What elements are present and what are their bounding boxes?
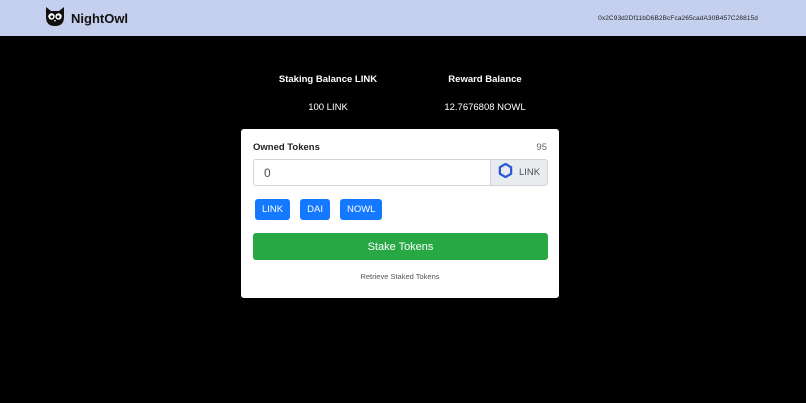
token-selector-display: LINK (490, 159, 548, 186)
reward-balance-label: Reward Balance (448, 74, 522, 85)
token-button-group: LINK DAI NOWL (255, 199, 383, 220)
brand-link[interactable]: NightOwl (44, 5, 128, 32)
retrieve-staked-tokens-link[interactable]: Retrieve Staked Tokens (241, 272, 559, 281)
amount-input[interactable] (253, 159, 490, 186)
chainlink-hexagon-icon (498, 162, 513, 183)
link-token-button[interactable]: LINK (255, 199, 291, 220)
amount-input-group: LINK (253, 159, 548, 186)
owned-tokens-label: Owned Tokens (253, 142, 320, 153)
staking-balance-value: 100 LINK (308, 102, 348, 113)
balances-panel: Staking Balance LINK 100 LINK Reward Bal… (0, 72, 806, 116)
navbar: NightOwl 0x2C93d2Df11bD6B2BcFca265cadA30… (0, 0, 806, 36)
staking-balance-label: Staking Balance LINK (278, 74, 378, 85)
dai-token-button[interactable]: DAI (300, 199, 330, 220)
reward-balance-value: 12.7676808 NOWL (444, 102, 526, 113)
stake-card: Owned Tokens 95 LINK LINK DAI NOWL Stake… (241, 129, 559, 298)
reward-balance: Reward Balance 12.7676808 NOWL (420, 72, 550, 114)
brand-name: NightOwl (71, 10, 129, 26)
staking-balance: Staking Balance LINK 100 LINK (258, 72, 398, 114)
account-address: 0x2C93d2Df11bD6B2BcFca265cadA30B457C2881… (598, 14, 758, 22)
owned-tokens-count: 95 (536, 142, 547, 153)
stake-tokens-button[interactable]: Stake Tokens (253, 233, 548, 260)
owl-logo-icon (44, 5, 66, 32)
selected-token-label: LINK (518, 167, 541, 178)
nowl-token-button[interactable]: NOWL (339, 199, 383, 220)
